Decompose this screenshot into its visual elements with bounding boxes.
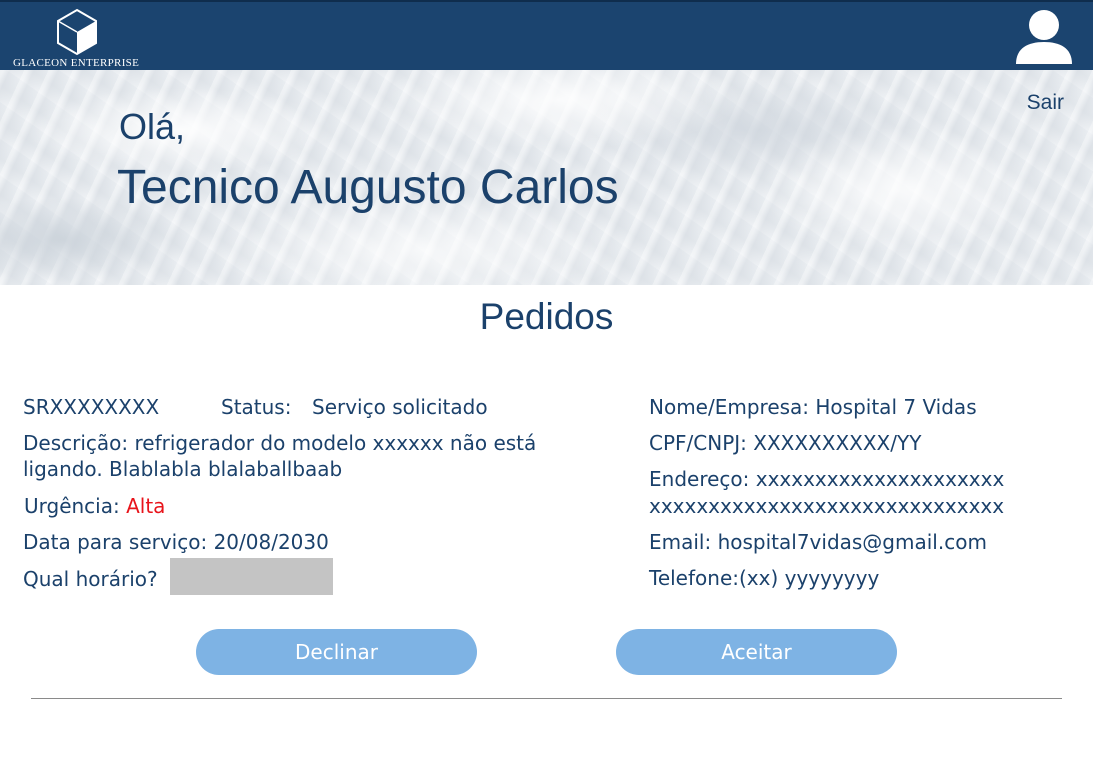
section-divider [31, 698, 1062, 699]
technician-name: Tecnico Augusto Carlos [117, 161, 619, 214]
urgency-label: Urgência: [24, 494, 120, 518]
status-label: Status: [221, 395, 292, 419]
greeting-text: Olá, [119, 106, 186, 147]
decline-button[interactable]: Declinar [196, 629, 477, 675]
welcome-banner: Olá, Tecnico Augusto Carlos Sair [0, 70, 1093, 285]
status-value: Serviço solicitado [312, 395, 488, 419]
user-avatar-icon[interactable] [1014, 8, 1074, 68]
client-email: Email: hospital7vidas@gmail.com [649, 530, 987, 554]
page-title: Pedidos [479, 296, 614, 337]
urgency-field: Urgência: Alta [24, 493, 165, 519]
client-address-continued: xxxxxxxxxxxxxxxxxxxxxxxxxxxxxx [649, 494, 1005, 518]
brand-name: GLACEON ENTERPRISE [13, 57, 140, 69]
logout-link[interactable]: Sair [1027, 91, 1064, 115]
service-date: Data para serviço: 20/08/2030 [23, 530, 329, 554]
order-id: SRXXXXXXXX [23, 395, 160, 419]
client-document: CPF/CNPJ: XXXXXXXXXX/YY [649, 431, 922, 455]
urgency-value: Alta [126, 494, 166, 518]
client-address: Endereço: xxxxxxxxxxxxxxxxxxxxx [649, 467, 1005, 491]
cube-icon [57, 8, 97, 56]
time-input[interactable] [170, 558, 333, 595]
client-phone: Telefone:(xx) yyyyyyyy [649, 566, 880, 590]
client-name: Nome/Empresa: Hospital 7 Vidas [649, 395, 977, 419]
time-label: Qual horário? [23, 567, 158, 591]
top-bar: GLACEON ENTERPRISE [0, 0, 1093, 70]
order-description: Descrição: refrigerador do modelo xxxxxx… [23, 431, 537, 481]
accept-button[interactable]: Aceitar [616, 629, 897, 675]
